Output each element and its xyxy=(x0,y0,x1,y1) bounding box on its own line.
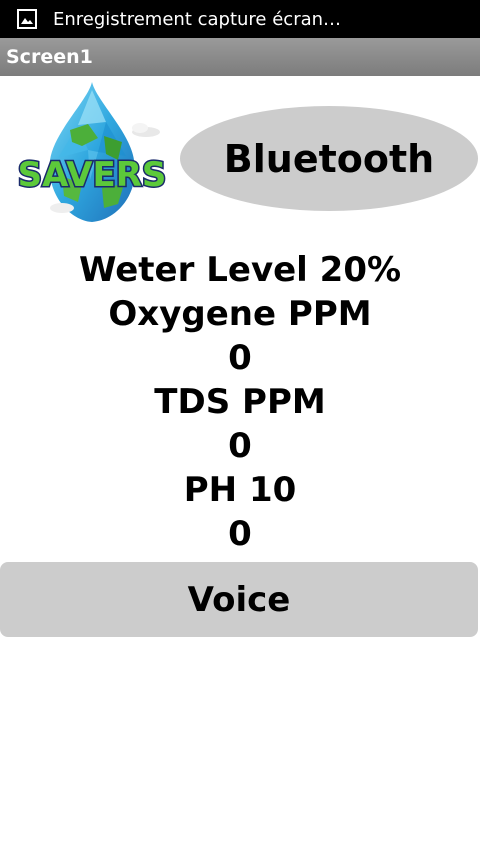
ph-label: PH 10 xyxy=(183,470,297,510)
status-bar: Enregistrement capture écran… xyxy=(0,0,480,38)
tds-value: 0 xyxy=(228,426,252,466)
readings-panel: Weter Level 20% Oxygene PPM 0 TDS PPM 0 … xyxy=(0,248,480,556)
screen-title: Screen1 xyxy=(6,46,93,68)
water-level-label: Weter Level 20% xyxy=(78,250,402,290)
oxygen-label: Oxygene PPM xyxy=(108,294,372,334)
bluetooth-button[interactable]: Bluetooth xyxy=(180,106,478,211)
voice-button[interactable]: Voice xyxy=(0,562,478,637)
oxygen-value: 0 xyxy=(228,338,252,378)
logo-text: SAVERS xyxy=(18,155,166,195)
notification-text: Enregistrement capture écran… xyxy=(53,8,342,30)
savers-logo: SAVERS xyxy=(18,82,166,222)
ph-value: 0 xyxy=(228,514,252,554)
image-icon xyxy=(17,9,37,29)
title-bar: Screen1 xyxy=(0,38,480,76)
tds-label: TDS PPM xyxy=(154,382,326,422)
